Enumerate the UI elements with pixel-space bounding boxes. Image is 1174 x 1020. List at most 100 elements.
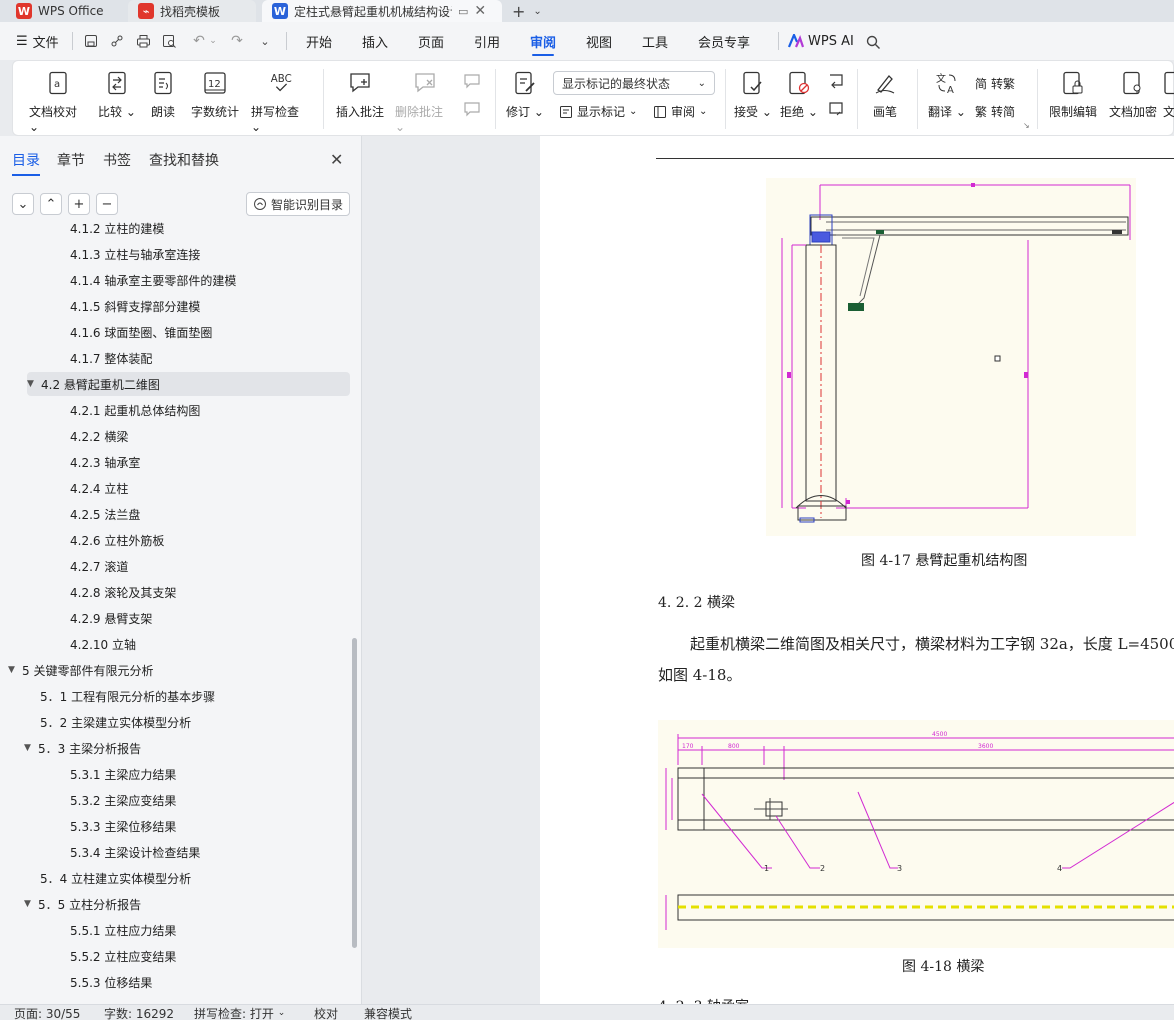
doc-encrypt-button[interactable]: 文档加密	[1107, 69, 1159, 120]
spell-check-indicator[interactable]: 拼写检查: 打开 ⌄	[194, 1005, 285, 1020]
toc-item[interactable]: 4.1.3 立柱与轴承室连接	[70, 242, 200, 266]
toc-scrollbar[interactable]	[352, 638, 357, 948]
toc-item[interactable]: 4.1.5 斜臂支撑部分建模	[70, 294, 200, 318]
menu-tools[interactable]: 工具	[642, 22, 668, 60]
toc-item[interactable]: 5.5.3 位移结果	[70, 970, 152, 994]
review-pane-button[interactable]: 审阅 ⌄	[653, 103, 707, 120]
word-count-button[interactable]: 12 字数统计	[189, 69, 241, 120]
more-chevron-icon[interactable]: ⌄	[256, 32, 274, 50]
revise-button[interactable]: 修订 ⌄	[505, 69, 545, 120]
share-icon[interactable]	[108, 32, 126, 50]
add-heading-icon[interactable]: +	[68, 193, 90, 215]
figure-beam-drawing[interactable]: 170 800 4500 3600 1 2 3 4	[658, 720, 1174, 948]
toc-item[interactable]: 4.2.9 悬臂支架	[70, 606, 152, 630]
page-indicator[interactable]: 页面: 30/55	[14, 1005, 80, 1020]
toc-item[interactable]: 4.2.5 法兰盘	[70, 502, 140, 526]
wps-ai-button[interactable]: WPS AI	[788, 22, 854, 60]
search-icon[interactable]	[864, 33, 882, 51]
toc-item[interactable]: ▼ 5．3 主梁分析报告	[24, 736, 141, 760]
toc-item[interactable]: ▼ 4.2 悬臂起重机二维图	[27, 372, 350, 396]
toc-item[interactable]: ▼ 5．5 立柱分析报告	[24, 892, 141, 916]
dialog-launcher-icon[interactable]: ↘	[1023, 121, 1030, 130]
proofread-indicator[interactable]: 校对	[314, 1005, 338, 1020]
expand-arrow-icon[interactable]: ▼	[24, 743, 38, 753]
tab-wps-office[interactable]: W WPS Office	[6, 0, 122, 22]
toc-item[interactable]: 5.3.2 主梁应变结果	[70, 788, 176, 812]
menu-review[interactable]: 审阅	[530, 22, 556, 60]
toc-item[interactable]: 5.5.2 立柱应变结果	[70, 944, 176, 968]
to-traditional-button[interactable]: 简 转繁	[975, 75, 1015, 92]
accept-button[interactable]: 接受 ⌄	[733, 69, 773, 120]
expand-arrow-icon[interactable]: ▼	[24, 899, 38, 909]
to-simplified-button[interactable]: 繁 转简	[975, 103, 1015, 120]
tab-toc[interactable]: 目录	[12, 150, 40, 176]
toc-item[interactable]: 5.3.3 主梁位移结果	[70, 814, 176, 838]
close-tab-icon[interactable]: ✕	[474, 3, 486, 19]
menu-insert[interactable]: 插入	[362, 22, 388, 60]
spell-check-button[interactable]: ABC 拼写检查 ⌄	[251, 69, 311, 134]
more-ribbon-button[interactable]: 文	[1163, 69, 1174, 120]
doc-check-button[interactable]: a 文档校对 ⌄	[29, 69, 87, 134]
menu-view[interactable]: 视图	[586, 22, 612, 60]
tab-template[interactable]: ⌁ 找稻壳模板	[128, 0, 256, 22]
next-comment-icon[interactable]	[463, 101, 481, 117]
toc-item[interactable]: 4.1.6 球面垫圈、锥面垫圈	[70, 320, 212, 344]
new-tab-icon[interactable]: +	[512, 2, 525, 21]
toc-item[interactable]: ▼ 5 关键零部件有限元分析	[8, 658, 153, 682]
insert-comment-button[interactable]: 插入批注	[335, 69, 385, 120]
monitor-icon[interactable]: ▭	[458, 5, 468, 18]
tab-chapters[interactable]: 章节	[57, 150, 85, 170]
pen-button[interactable]: 画笔	[869, 69, 901, 120]
file-menu[interactable]: ☰ 文件	[16, 22, 59, 60]
toc-item[interactable]: 4.2.2 横梁	[70, 424, 128, 448]
expand-arrow-icon[interactable]: ▼	[27, 379, 41, 389]
close-pane-icon[interactable]: ✕	[330, 150, 343, 169]
toc-item[interactable]: 5.3.1 主梁应力结果	[70, 762, 176, 786]
toc-item[interactable]: 5.5.1 立柱应力结果	[70, 918, 176, 942]
toc-item[interactable]: 5．4 立柱建立实体模型分析	[40, 866, 191, 890]
save-icon[interactable]	[82, 32, 100, 50]
toc-item[interactable]: 4.1.7 整体装配	[70, 346, 152, 370]
toc-item[interactable]: 4.2.7 滚道	[70, 554, 128, 578]
toc-item[interactable]: 4.2.1 起重机总体结构图	[70, 398, 200, 422]
chevron-down-icon[interactable]: ⌄	[533, 6, 541, 17]
menu-start[interactable]: 开始	[306, 22, 332, 60]
previous-comment-icon[interactable]	[463, 73, 481, 89]
toc-item[interactable]: 5．1 工程有限元分析的基本步骤	[40, 684, 215, 708]
toc-item[interactable]: 4.1.2 立柱的建模	[70, 222, 164, 240]
toc-item[interactable]: 4.2.6 立柱外筋板	[70, 528, 164, 552]
menu-reference[interactable]: 引用	[474, 22, 500, 60]
redo-icon[interactable]: ↷	[228, 32, 246, 50]
menu-membership[interactable]: 会员专享	[698, 22, 750, 60]
next-change-icon[interactable]	[827, 101, 845, 117]
toc-item[interactable]: 5．2 主梁建立实体模型分析	[40, 710, 191, 734]
toc-item[interactable]: 4.2.8 滚轮及其支架	[70, 580, 176, 604]
toc-item[interactable]: 4.2.3 轴承室	[70, 450, 140, 474]
translate-button[interactable]: 文A 翻译 ⌄	[925, 69, 969, 120]
toc-item[interactable]: 4.2.4 立柱	[70, 476, 128, 500]
toc-item[interactable]: 4.1.4 轴承室主要零部件的建模	[70, 268, 236, 292]
smart-toc-button[interactable]: 智能识别目录	[246, 192, 350, 216]
collapse-down-icon[interactable]: ⌄	[12, 193, 34, 215]
previous-change-icon[interactable]	[827, 73, 845, 89]
print-icon[interactable]	[134, 32, 152, 50]
toc-item[interactable]: 5.3.4 主梁设计检查结果	[70, 840, 200, 864]
restrict-edit-button[interactable]: 限制编辑	[1047, 69, 1099, 120]
tab-document[interactable]: W 定柱式悬臂起重机机械结构设计 ▭ ✕	[262, 0, 502, 22]
remove-heading-icon[interactable]: −	[96, 193, 118, 215]
print-preview-icon[interactable]	[160, 32, 178, 50]
delete-comment-button[interactable]: 删除批注 ⌄	[395, 69, 455, 134]
document-page[interactable]: 图 4-17 悬臂起重机结构图 4. 2. 2 横梁 起重机横梁二维简图及相关尺…	[540, 136, 1174, 1004]
markup-state-select[interactable]: 显示标记的最终状态 ⌄	[553, 71, 715, 95]
menu-page[interactable]: 页面	[418, 22, 444, 60]
tab-bookmarks[interactable]: 书签	[103, 150, 131, 170]
word-count-indicator[interactable]: 字数: 16292	[104, 1005, 174, 1020]
read-aloud-button[interactable]: 朗读	[147, 69, 179, 120]
expand-arrow-icon[interactable]: ▼	[8, 665, 22, 675]
compare-button[interactable]: 比较 ⌄	[97, 69, 137, 120]
undo-dropdown-icon[interactable]: ⌄	[204, 32, 222, 50]
show-markup-button[interactable]: 显示标记 ⌄	[559, 103, 637, 120]
toc-item[interactable]: 4.2.10 立轴	[70, 632, 136, 656]
reject-button[interactable]: 拒绝 ⌄	[779, 69, 819, 120]
tab-find-replace[interactable]: 查找和替换	[149, 150, 219, 170]
